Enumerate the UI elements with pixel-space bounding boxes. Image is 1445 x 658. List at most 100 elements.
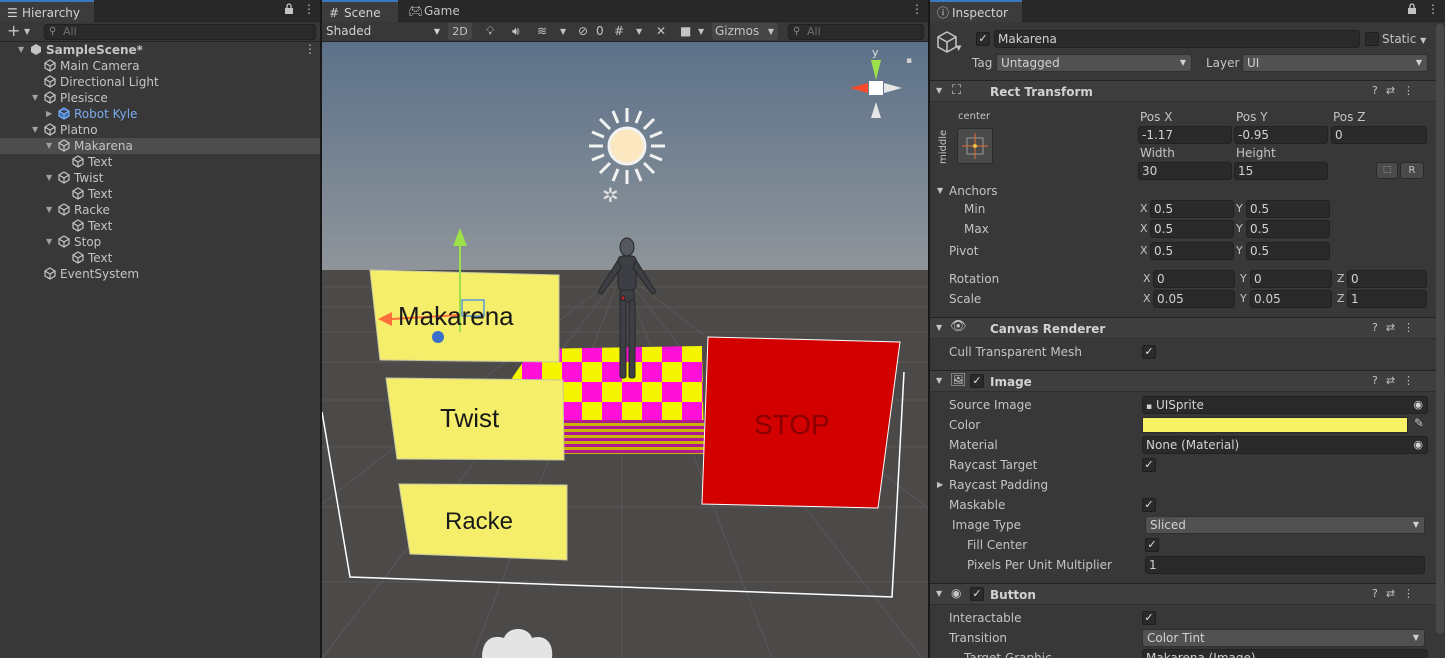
hierarchy-item[interactable]: ▼ Makarena — [0, 138, 320, 154]
scale-x-field[interactable]: 0.05 — [1153, 290, 1235, 308]
more-menu-icon[interactable]: ⋮ — [303, 2, 315, 16]
pixels-per-unit-field[interactable]: 1 — [1145, 556, 1425, 574]
hierarchy-item[interactable]: ▼ Racke — [0, 202, 320, 218]
color-swatch[interactable] — [1142, 417, 1408, 433]
hierarchy-item[interactable]: ▼ Twist — [0, 170, 320, 186]
lock-icon[interactable] — [1407, 3, 1417, 18]
tab-scene[interactable]: # Scene — [322, 0, 398, 22]
scene-search-input[interactable]: ⚲ All — [788, 24, 924, 40]
hierarchy-item[interactable]: Text — [0, 218, 320, 234]
tools-icon[interactable]: ✕ — [656, 22, 666, 41]
height-field[interactable]: 15 — [1234, 162, 1328, 180]
chevron-down-icon[interactable]: ▼ — [46, 138, 52, 154]
scale-z-field[interactable]: 1 — [1347, 290, 1427, 308]
more-menu-icon[interactable]: ⋮ — [1427, 2, 1439, 16]
hierarchy-item[interactable]: ▼ Platno — [0, 122, 320, 138]
chevron-right-icon[interactable]: ▶ — [937, 480, 943, 489]
tab-inspector[interactable]: ⓘ Inspector — [930, 0, 1022, 22]
anchor-min-x-field[interactable]: 0.5 — [1150, 200, 1234, 218]
object-picker-icon[interactable]: ◉ — [1413, 397, 1423, 413]
lock-icon[interactable] — [284, 3, 294, 18]
hierarchy-item[interactable]: ▼ SampleScene* — [0, 42, 320, 58]
chevron-down-icon[interactable]: ▼ — [46, 170, 52, 186]
chevron-down-icon[interactable]: ▼ — [698, 22, 704, 41]
maskable-checkbox[interactable]: ✓ — [1142, 498, 1156, 512]
audio-toggle-icon[interactable]: 🔊︎ — [512, 22, 520, 41]
more-menu-icon[interactable]: ⋮ — [911, 2, 923, 16]
image-component-header[interactable]: ▼ 🖼︎ ✓ Image ?⇄⋮ — [930, 370, 1445, 392]
hierarchy-item[interactable]: EventSystem — [0, 266, 320, 282]
object-name-field[interactable]: Makarena — [994, 30, 1360, 48]
width-field[interactable]: 30 — [1138, 162, 1232, 180]
static-label[interactable]: Static ▼ — [1382, 30, 1426, 48]
lighting-toggle-icon[interactable]: 💡︎ — [486, 22, 494, 41]
chevron-down-icon[interactable]: ▼ — [937, 186, 943, 195]
hierarchy-item[interactable]: Text — [0, 186, 320, 202]
chevron-down-icon[interactable]: ▼ — [32, 90, 38, 106]
hierarchy-item[interactable]: ▶ Robot Kyle — [0, 106, 320, 122]
tab-hierarchy[interactable]: ☰ Hierarchy — [0, 0, 94, 22]
chevron-down-icon[interactable]: ▼ — [560, 22, 566, 41]
add-icon[interactable]: + — [7, 22, 20, 40]
chevron-down-icon[interactable]: ▼ — [46, 202, 52, 218]
canvas-renderer-header[interactable]: ▼ 👁︎ Canvas Renderer ?⇄⋮ — [930, 317, 1445, 339]
transition-dropdown[interactable]: Color Tint ▼ — [1142, 629, 1425, 647]
cull-transparent-mesh-checkbox[interactable]: ✓ — [1142, 345, 1156, 359]
component-header-icons[interactable]: ?⇄⋮ — [1372, 587, 1422, 600]
chevron-right-icon[interactable]: ▶ — [46, 106, 52, 122]
tab-game[interactable]: 🎮︎ Game — [402, 0, 472, 22]
raw-edit-button[interactable]: R — [1400, 162, 1424, 179]
pivot-y-field[interactable]: 0.5 — [1246, 242, 1330, 260]
hierarchy-item[interactable]: ▼ Plesisce — [0, 90, 320, 106]
hierarchy-item[interactable]: Main Camera — [0, 58, 320, 74]
anchor-max-y-field[interactable]: 0.5 — [1246, 220, 1330, 238]
button-component-header[interactable]: ▼ ◉ ✓ Button ?⇄⋮ — [930, 583, 1445, 605]
chevron-down-icon[interactable]: ▼ — [18, 42, 24, 58]
grid-toggle-icon[interactable]: # — [614, 22, 624, 41]
inspector-scrollbar[interactable] — [1436, 24, 1444, 634]
component-header-icons[interactable]: ?⇄⋮ — [1372, 374, 1422, 387]
effects-toggle-icon[interactable]: ≋ — [537, 22, 547, 41]
visibility-toggle-icon[interactable]: ⊘ — [578, 22, 588, 41]
rotation-z-field[interactable]: 0 — [1347, 270, 1427, 288]
hierarchy-item[interactable]: ▼ Stop — [0, 234, 320, 250]
material-field[interactable]: None (Material) ◉ — [1142, 436, 1428, 454]
pos-x-field[interactable]: -1.17 — [1138, 126, 1232, 144]
anchor-min-y-field[interactable]: 0.5 — [1246, 200, 1330, 218]
source-image-field[interactable]: ▪ UISprite ◉ — [1142, 396, 1428, 414]
pos-z-field[interactable]: 0 — [1331, 126, 1427, 144]
chevron-down-icon[interactable]: ▼ — [46, 234, 52, 250]
blueprint-mode-button[interactable]: ⬚ — [1376, 162, 1398, 179]
hierarchy-item[interactable]: Directional Light — [0, 74, 320, 90]
scale-y-field[interactable]: 0.05 — [1250, 290, 1332, 308]
chevron-down-icon[interactable]: ▼ — [32, 122, 38, 138]
anchor-max-x-field[interactable]: 0.5 — [1150, 220, 1234, 238]
pivot-x-field[interactable]: 0.5 — [1150, 242, 1234, 260]
target-graphic-field[interactable]: Makarena (Image) — [1142, 649, 1428, 658]
anchor-preset-button[interactable] — [957, 128, 993, 164]
camera-icon[interactable]: ■ — [680, 22, 691, 41]
raycast-padding-label[interactable]: Raycast Padding — [949, 476, 1048, 494]
hierarchy-search-input[interactable]: ⚲ All — [44, 24, 316, 40]
tag-dropdown[interactable]: Untagged ▼ — [996, 54, 1192, 72]
rect-transform-header[interactable]: ▼ ⛶ Rect Transform ?⇄⋮ — [930, 80, 1445, 102]
gizmos-dropdown[interactable]: Gizmos ▼ — [712, 23, 778, 40]
interactable-checkbox[interactable]: ✓ — [1142, 611, 1156, 625]
chevron-down-icon[interactable]: ▼ — [24, 23, 30, 41]
scene-viewport[interactable]: ✲ Makarena Twist Racke STOP y ▪ — [322, 42, 928, 658]
component-header-icons[interactable]: ?⇄⋮ — [1372, 84, 1422, 97]
orientation-gizmo[interactable]: y ▪ — [840, 46, 912, 122]
pos-y-field[interactable]: -0.95 — [1234, 126, 1328, 144]
rotation-x-field[interactable]: 0 — [1153, 270, 1235, 288]
button-enabled-checkbox[interactable]: ✓ — [970, 587, 984, 601]
scene-menu-icon[interactable]: ⋮ — [304, 42, 316, 56]
active-checkbox[interactable]: ✓ — [976, 32, 990, 46]
chevron-down-icon[interactable]: ▼ — [636, 22, 642, 41]
fill-center-checkbox[interactable]: ✓ — [1145, 538, 1159, 552]
static-checkbox[interactable] — [1365, 32, 1379, 46]
hierarchy-item[interactable]: Text — [0, 250, 320, 266]
toggle-2d-button[interactable]: 2D — [448, 23, 472, 40]
raycast-target-checkbox[interactable]: ✓ — [1142, 458, 1156, 472]
eyedropper-icon[interactable]: ✎ — [1414, 416, 1424, 430]
component-header-icons[interactable]: ?⇄⋮ — [1372, 321, 1422, 334]
